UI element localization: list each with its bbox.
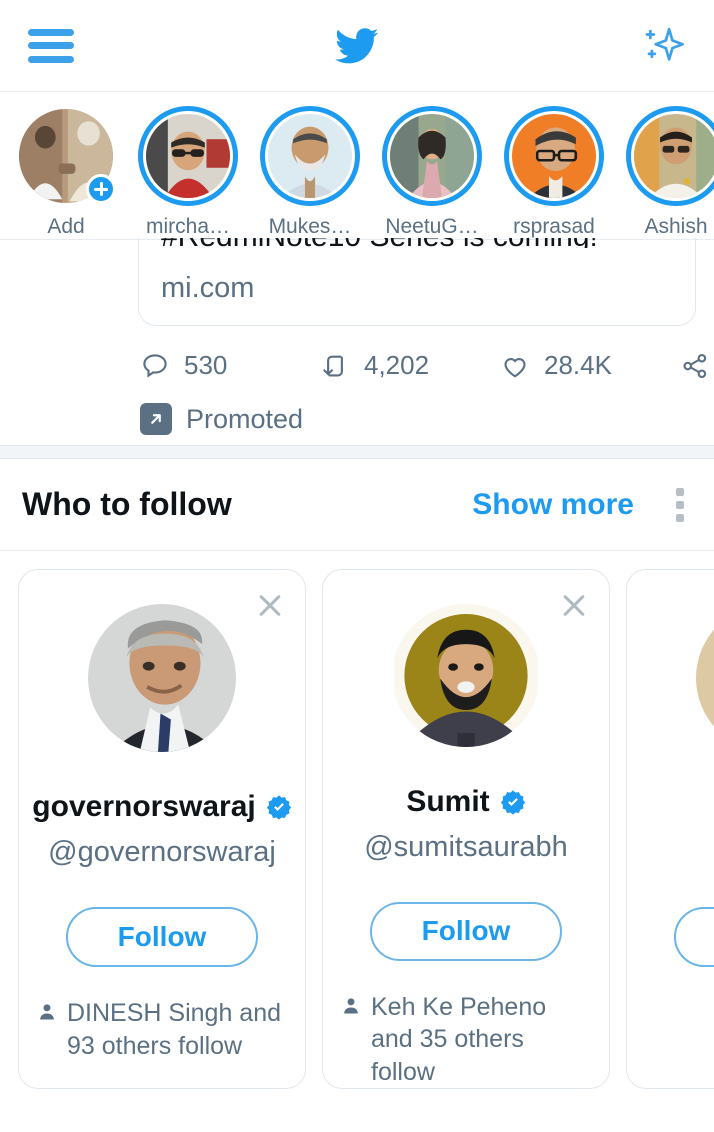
fleet-item-5[interactable]: Ashish bbox=[624, 104, 714, 239]
follow-button[interactable] bbox=[674, 907, 714, 967]
share-icon bbox=[683, 353, 707, 378]
show-more-link[interactable]: Show more bbox=[472, 488, 634, 522]
fleet-item-2[interactable]: Mukes… bbox=[258, 104, 362, 239]
follow-card[interactable]: governorswaraj @governorswaraj Follow DI… bbox=[18, 569, 306, 1089]
social-proof-text: Keh Ke Peheno and 35 others follow bbox=[371, 992, 547, 1086]
name-text: governorswaraj bbox=[32, 790, 256, 823]
top-app-bar bbox=[0, 0, 714, 92]
like-icon bbox=[504, 357, 526, 377]
verified-badge-icon bbox=[266, 795, 291, 820]
reply-action[interactable]: 530 bbox=[140, 350, 320, 381]
person-icon bbox=[40, 1004, 54, 1020]
share-action[interactable] bbox=[680, 351, 710, 381]
follow-card-social-proof: Keh Ke Peheno and 35 others follow bbox=[341, 991, 591, 1089]
fleet-label: NeetuG… bbox=[385, 215, 479, 238]
follow-card-name[interactable]: governorswaraj bbox=[32, 790, 291, 824]
avatar[interactable] bbox=[696, 604, 714, 752]
avatar[interactable] bbox=[392, 604, 540, 748]
add-fleet-badge-icon[interactable] bbox=[86, 174, 116, 204]
follow-button[interactable]: Follow bbox=[66, 907, 258, 967]
retweet-icon bbox=[323, 355, 343, 376]
tweet-card-domain: mi.com bbox=[161, 272, 255, 304]
fleet-avatar-wrap bbox=[380, 104, 484, 208]
promoted-tweet: #RedmiNote10 Series is coming! mi.com 53… bbox=[0, 238, 714, 445]
fleet-item-add[interactable]: Add bbox=[14, 104, 118, 239]
promoted-badge-row: Promoted bbox=[0, 381, 714, 435]
fleet-label: rsprasad bbox=[513, 215, 595, 238]
name-text: Sumit bbox=[406, 785, 490, 819]
follow-card-handle: @sumitsaurabh bbox=[364, 831, 568, 864]
reply-icon bbox=[143, 353, 167, 378]
like-action[interactable]: 28.4K bbox=[500, 350, 680, 381]
fleet-ring bbox=[138, 106, 238, 206]
fleet-avatar-wrap bbox=[14, 104, 118, 208]
sparkle-icon[interactable] bbox=[640, 23, 686, 69]
page-title: Who to follow bbox=[22, 486, 232, 522]
promoted-arrow-icon bbox=[140, 403, 172, 435]
avatar bbox=[634, 114, 714, 198]
fleet-label: Ashish bbox=[644, 215, 708, 238]
follow-card-handle: @governorswaraj bbox=[48, 836, 276, 868]
tweet-actions: 530 4,202 28.4K bbox=[0, 328, 714, 381]
fleet-avatar-wrap bbox=[502, 104, 606, 208]
twitter-bird-icon[interactable] bbox=[331, 24, 383, 68]
retweet-count: 4,202 bbox=[364, 350, 430, 380]
fleet-label: Mukes… bbox=[268, 215, 352, 238]
retweet-action[interactable]: 4,202 bbox=[320, 350, 500, 381]
who-to-follow-header: Who to follow Show more bbox=[0, 459, 714, 551]
avatar bbox=[390, 114, 474, 198]
like-count: 28.4K bbox=[544, 350, 612, 380]
promoted-label: Promoted bbox=[186, 403, 304, 434]
twitter-mobile-screen: Add mircha… Mukes… NeetuG… rsprasad Ashi… bbox=[0, 0, 714, 1132]
fleet-label: Add bbox=[47, 215, 85, 238]
follow-card-name[interactable]: Sumit bbox=[406, 785, 525, 819]
fleet-ring bbox=[382, 106, 482, 206]
who-to-follow-carousel[interactable]: governorswaraj @governorswaraj Follow DI… bbox=[0, 551, 714, 1089]
verified-badge-icon bbox=[500, 790, 525, 815]
fleets-row[interactable]: Add mircha… Mukes… NeetuG… rsprasad Ashi… bbox=[0, 92, 714, 240]
section-divider bbox=[0, 445, 714, 459]
hamburger-menu-icon[interactable] bbox=[28, 28, 74, 63]
who-to-follow-header-actions: Show more bbox=[472, 482, 692, 528]
close-icon[interactable] bbox=[557, 588, 591, 622]
fleet-item-3[interactable]: NeetuG… bbox=[380, 104, 484, 239]
follow-card[interactable]: Ragh @R bbox=[626, 569, 714, 1089]
follow-card[interactable]: Sumit @sumitsaurabh Follow Keh Ke Peheno… bbox=[322, 569, 610, 1089]
follow-card-social-proof: DINESH Singh and 93 others follow bbox=[37, 997, 287, 1062]
avatar[interactable] bbox=[88, 604, 236, 752]
fleet-avatar-wrap bbox=[136, 104, 240, 208]
follow-button[interactable]: Follow bbox=[370, 902, 562, 961]
fleet-item-1[interactable]: mircha… bbox=[136, 104, 240, 239]
fleet-avatar-wrap bbox=[258, 104, 362, 208]
fleet-label: mircha… bbox=[145, 215, 230, 238]
tweet-card-title: #RedmiNote10 Series is coming! bbox=[161, 238, 673, 248]
fleet-ring bbox=[626, 106, 714, 206]
close-icon[interactable] bbox=[253, 588, 287, 622]
avatar bbox=[146, 114, 230, 198]
fleet-item-4[interactable]: rsprasad bbox=[502, 104, 606, 239]
avatar bbox=[268, 114, 352, 198]
fleet-ring bbox=[260, 106, 360, 206]
fleet-avatar-wrap bbox=[624, 104, 714, 208]
social-proof-text: DINESH Singh and 93 others follow bbox=[67, 999, 282, 1060]
person-icon bbox=[344, 997, 358, 1013]
more-options-icon[interactable] bbox=[668, 482, 692, 528]
avatar bbox=[512, 114, 596, 198]
tweet-link-card[interactable]: #RedmiNote10 Series is coming! mi.com bbox=[138, 238, 696, 326]
fleet-ring bbox=[504, 106, 604, 206]
reply-count: 530 bbox=[184, 350, 228, 380]
